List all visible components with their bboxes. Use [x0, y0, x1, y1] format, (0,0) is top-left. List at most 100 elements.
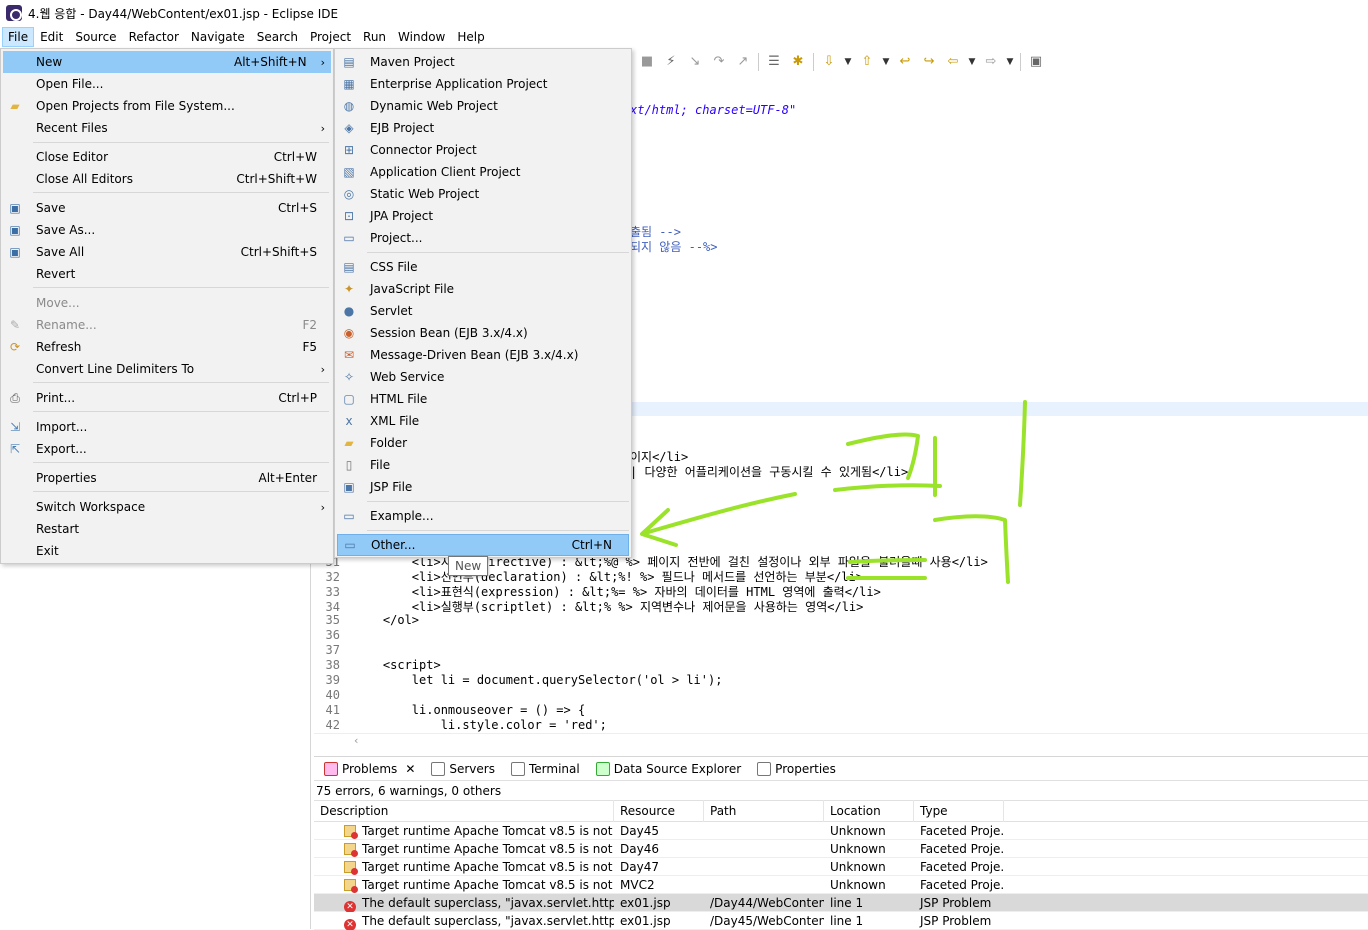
- close-icon[interactable]: ✕: [405, 762, 415, 776]
- menu-item-save-as[interactable]: ▣ Save As...: [3, 219, 331, 241]
- column-header-path[interactable]: Path: [704, 800, 824, 822]
- tab-problems[interactable]: Problems ✕: [318, 760, 421, 778]
- menu-item-save-all[interactable]: ▣ Save All Ctrl+Shift+S: [3, 241, 331, 263]
- menu-item-refresh[interactable]: ⟳ Refresh F5: [3, 336, 331, 358]
- submenu-item-css-file[interactable]: ▤ CSS File: [337, 256, 629, 278]
- submenu-item-project[interactable]: ▭ Project...: [337, 227, 629, 249]
- menu-separator: [367, 501, 629, 502]
- menu-item-switch-workspace[interactable]: Switch Workspace ›: [3, 496, 331, 518]
- submenu-item-other[interactable]: ▭ Other... Ctrl+N: [337, 534, 629, 556]
- menu-item-save[interactable]: ▣ Save Ctrl+S: [3, 197, 331, 219]
- menu-source[interactable]: Source: [69, 27, 122, 47]
- menu-item-convert-line-delimiters[interactable]: Convert Line Delimiters To ›: [3, 358, 331, 380]
- connector-project-icon: ⊞: [343, 143, 355, 157]
- pin-editor-icon[interactable]: ▣: [1027, 54, 1045, 70]
- table-row[interactable]: ✕ The default superclass, "javax.servlet.…: [314, 912, 1368, 930]
- menu-item-exit[interactable]: Exit: [3, 540, 331, 562]
- menu-navigate[interactable]: Navigate: [185, 27, 251, 47]
- tab-terminal[interactable]: Terminal: [505, 760, 586, 778]
- submenu-item-enterprise-application-project[interactable]: ▦ Enterprise Application Project: [337, 73, 629, 95]
- column-header-resource[interactable]: Resource: [614, 800, 704, 822]
- menu-item-revert[interactable]: Revert: [3, 263, 331, 285]
- next-annotation-icon[interactable]: ⇩: [820, 54, 838, 70]
- column-header-location[interactable]: Location: [824, 800, 914, 822]
- submenu-item-example[interactable]: ▭ Example...: [337, 505, 629, 527]
- table-row-selected[interactable]: ✕ The default superclass, "javax.servlet.…: [314, 894, 1368, 912]
- rename-icon: ✎: [9, 318, 21, 332]
- previous-annotation-icon[interactable]: ⇧: [858, 54, 876, 70]
- submenu-item-servlet[interactable]: ● Servlet: [337, 300, 629, 322]
- menu-item-import[interactable]: ⇲ Import...: [3, 416, 331, 438]
- step-into-icon[interactable]: ↘: [686, 54, 704, 70]
- disconnect-icon[interactable]: ⚡: [662, 54, 680, 70]
- xml-file-icon: x: [345, 414, 353, 428]
- submenu-item-file[interactable]: ▯ File: [337, 454, 629, 476]
- title-bar: 4.웹 응합 - Day44/WebContent/ex01.jsp - Ecl…: [0, 0, 1368, 26]
- menu-help[interactable]: Help: [451, 27, 490, 47]
- tab-label: Properties: [775, 761, 836, 776]
- forward-edit-icon[interactable]: ↪: [920, 54, 938, 70]
- back-arrow-icon[interactable]: ⇦: [944, 54, 962, 70]
- menu-file[interactable]: File: [2, 27, 35, 47]
- eclipse-logo-icon: [6, 5, 22, 21]
- submenu-item-connector-project[interactable]: ⊞ Connector Project: [337, 139, 629, 161]
- submenu-item-application-client-project[interactable]: ▧ Application Client Project: [337, 161, 629, 183]
- code-line: 37: [325, 643, 340, 657]
- last-edit-location-icon[interactable]: ↩: [896, 54, 914, 70]
- menu-item-close-editor[interactable]: Close Editor Ctrl+W: [3, 146, 331, 168]
- menu-item-close-all-editors[interactable]: Close All Editors Ctrl+Shift+W: [3, 168, 331, 190]
- menu-item-open-projects[interactable]: ▰ Open Projects from File System...: [3, 95, 331, 117]
- submenu-item-folder[interactable]: ▰ Folder: [337, 432, 629, 454]
- table-row[interactable]: Target runtime Apache Tomcat v8.5 is not…: [314, 822, 1368, 840]
- menu-item-recent-files[interactable]: Recent Files ›: [3, 117, 331, 139]
- menu-edit[interactable]: Edit: [34, 27, 69, 47]
- submenu-item-jsp-file[interactable]: ▣ JSP File: [337, 476, 629, 498]
- tab-properties[interactable]: Properties: [751, 760, 842, 778]
- tab-data-source-explorer[interactable]: Data Source Explorer: [590, 760, 747, 778]
- menu-item-properties[interactable]: Properties Alt+Enter: [3, 467, 331, 489]
- submenu-item-jpa-project[interactable]: ⊡ JPA Project: [337, 205, 629, 227]
- submenu-item-javascript-file[interactable]: ✦ JavaScript File: [337, 278, 629, 300]
- menu-project[interactable]: Project: [304, 27, 357, 47]
- menu-run[interactable]: Run: [357, 27, 392, 47]
- warning-icon: [344, 860, 358, 875]
- chevron-down-icon[interactable]: ▼: [882, 54, 890, 70]
- editor-horizontal-scrollbar[interactable]: ‹: [314, 733, 1368, 749]
- search-tasks-icon[interactable]: ✱: [789, 54, 807, 70]
- step-return-icon[interactable]: ↗: [734, 54, 752, 70]
- tab-servers[interactable]: Servers: [425, 760, 501, 778]
- submenu-item-maven-project[interactable]: ▤ Maven Project: [337, 51, 629, 73]
- submenu-item-web-service[interactable]: ✧ Web Service: [337, 366, 629, 388]
- table-row[interactable]: Target runtime Apache Tomcat v8.5 is not…: [314, 876, 1368, 894]
- chevron-down-icon[interactable]: ▼: [844, 54, 852, 70]
- menu-item-new[interactable]: New Alt+Shift+N ›: [3, 51, 331, 73]
- column-header-description[interactable]: Description: [314, 800, 614, 822]
- forward-arrow-icon[interactable]: ⇨: [982, 54, 1000, 70]
- code-fragment: xt/html; charset=UTF-8": [630, 103, 797, 117]
- menu-refactor[interactable]: Refactor: [123, 27, 185, 47]
- submenu-item-message-driven-bean[interactable]: ✉ Message-Driven Bean (EJB 3.x/4.x): [337, 344, 629, 366]
- open-task-icon[interactable]: ☰: [765, 54, 783, 70]
- submenu-item-static-web-project[interactable]: ◎ Static Web Project: [337, 183, 629, 205]
- code-line: 38 <script>: [325, 658, 441, 672]
- submenu-item-html-file[interactable]: ▢ HTML File: [337, 388, 629, 410]
- submenu-item-xml-file[interactable]: x XML File: [337, 410, 629, 432]
- app-client-project-icon: ▧: [343, 165, 355, 179]
- menu-search[interactable]: Search: [251, 27, 304, 47]
- submenu-item-session-bean[interactable]: ◉ Session Bean (EJB 3.x/4.x): [337, 322, 629, 344]
- submenu-item-dynamic-web-project[interactable]: ◍ Dynamic Web Project: [337, 95, 629, 117]
- table-row[interactable]: Target runtime Apache Tomcat v8.5 is not…: [314, 840, 1368, 858]
- menu-item-open-file[interactable]: Open File...: [3, 73, 331, 95]
- menu-item-print[interactable]: ⎙ Print... Ctrl+P: [3, 387, 331, 409]
- menu-window[interactable]: Window: [392, 27, 451, 47]
- chevron-down-icon[interactable]: ▼: [968, 54, 976, 70]
- menu-item-export[interactable]: ⇱ Export...: [3, 438, 331, 460]
- stop-icon[interactable]: ■: [638, 54, 656, 70]
- step-over-icon[interactable]: ↷: [710, 54, 728, 70]
- submenu-item-ejb-project[interactable]: ◈ EJB Project: [337, 117, 629, 139]
- menu-item-restart[interactable]: Restart: [3, 518, 331, 540]
- column-header-type[interactable]: Type: [914, 800, 1004, 822]
- chevron-down-icon[interactable]: ▼: [1006, 54, 1014, 70]
- table-row[interactable]: Target runtime Apache Tomcat v8.5 is not…: [314, 858, 1368, 876]
- servlet-icon: ●: [343, 304, 355, 318]
